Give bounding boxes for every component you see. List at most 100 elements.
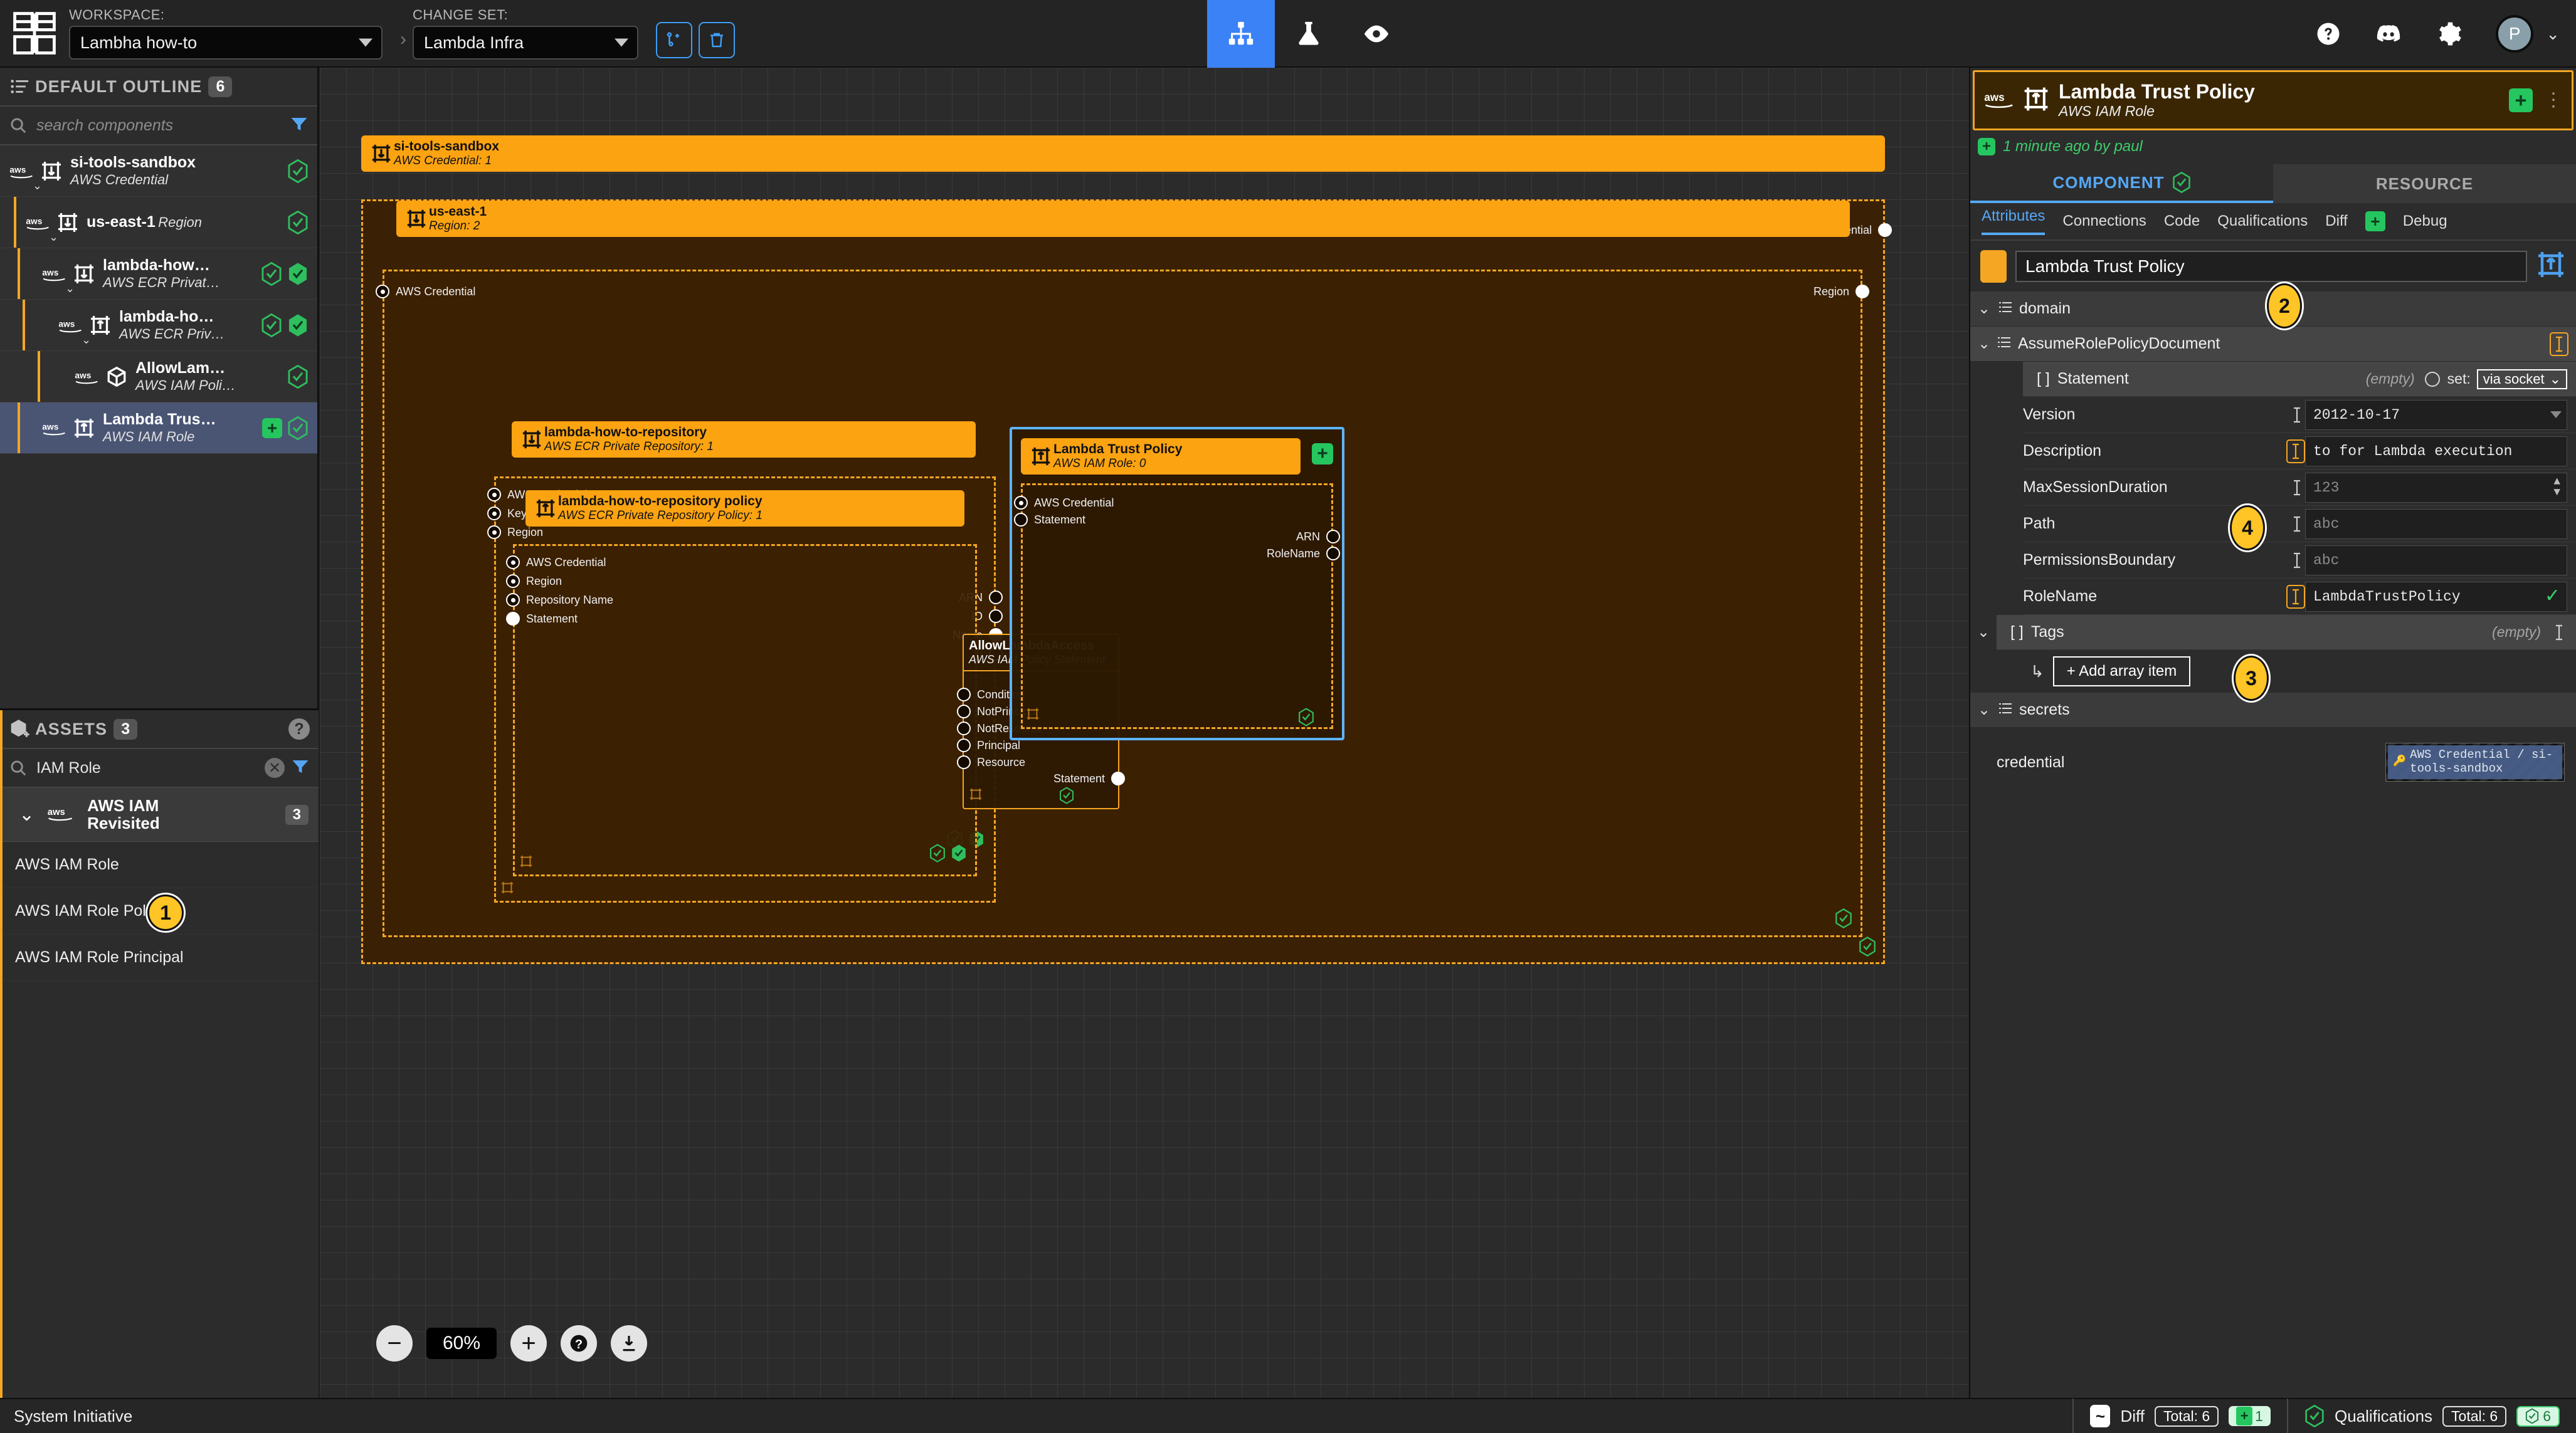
attribute-value[interactable]: 123 ▲ ▼ <box>2305 472 2567 503</box>
frame-up-icon[interactable] <box>2536 249 2566 283</box>
socket-statement-out[interactable]: Statement <box>1053 772 1125 785</box>
socket-trust-statement[interactable]: Statement <box>1014 513 1085 527</box>
expander-chevron-icon[interactable]: ⌄ <box>49 231 58 244</box>
zoom-level-value[interactable]: 60% <box>426 1328 497 1359</box>
discord-icon[interactable] <box>2375 21 2402 47</box>
tab-model[interactable] <box>1207 0 1275 68</box>
attribute-value[interactable]: LambdaTrustPolicy ✓ <box>2305 581 2567 612</box>
asset-item-aws-iam-role[interactable]: AWS IAM Role <box>0 710 319 1398</box>
socket-trust-arn[interactable]: ARN <box>1296 530 1340 543</box>
socket-aws-credential-in[interactable]: AWS Credential <box>376 285 475 298</box>
filter-icon[interactable] <box>290 115 309 137</box>
set-source-select[interactable]: via socket ⌄ <box>2476 369 2567 389</box>
frame-lambda-how-to-repository-policy[interactable]: lambda-how-to-repository policy AWS ECR … <box>506 490 977 876</box>
tab-qualifications[interactable]: Qualifications <box>2217 213 2308 230</box>
workspace-select[interactable]: Lambha how-to <box>69 26 383 60</box>
socket-policy-repository-name[interactable]: Repository Name <box>506 593 613 607</box>
expander-chevron-icon[interactable]: ⌄ <box>82 333 91 347</box>
text-cursor-icon[interactable] <box>2289 550 2305 571</box>
canvas-help-button[interactable]: ? <box>561 1325 598 1362</box>
chevron-down-icon[interactable]: ⌄ <box>1970 300 1998 318</box>
socket-principal[interactable]: Principal <box>957 738 1020 752</box>
attribute-row-rolename[interactable]: RoleName LambdaTrustPolicy ✓ <box>2023 579 2576 615</box>
component-name-field[interactable] <box>2015 250 2527 282</box>
socket-policy-aws-credential[interactable]: AWS Credential <box>506 555 606 569</box>
tab-connections[interactable]: Connections <box>2062 213 2146 230</box>
resize-handle-icon[interactable] <box>969 787 983 804</box>
tab-lab[interactable] <box>1275 0 1343 68</box>
outline-row-lambda-how-to-repository-policy[interactable]: aws ⌄ lambda-ho… AWS ECR Priv… <box>0 300 317 351</box>
expander-chevron-icon[interactable]: ⌄ <box>33 179 42 192</box>
outline-row-us-east-1[interactable]: aws ⌄ us-east-1 Region <box>0 197 317 248</box>
attribute-row-permissionsboundary[interactable]: PermissionsBoundary abc <box>2023 542 2576 579</box>
socket-trust-rolename[interactable]: RoleName <box>1267 547 1340 560</box>
frame-us-east-1-header[interactable]: us-east-1 Region: 2 <box>396 201 1850 237</box>
attribute-row-statement[interactable]: [ ] Statement (empty) set: via socket ⌄ <box>2023 362 2576 397</box>
add-array-item-button[interactable]: + Add array item <box>2052 656 2191 686</box>
tab-component[interactable]: COMPONENT <box>1970 164 2273 203</box>
search-assets-input[interactable] <box>36 758 265 777</box>
clear-search-icon[interactable]: ✕ <box>265 758 285 778</box>
zoom-out-button[interactable]: − <box>376 1325 413 1362</box>
socket-repo-region[interactable]: Region <box>487 525 543 539</box>
status-diff-segment[interactable]: ~ Diff Total: 6 + 1 <box>2072 1399 2286 1433</box>
socket-policy-statement[interactable]: Statement <box>506 612 578 626</box>
add-component-button[interactable]: + <box>2509 88 2533 112</box>
socket-trust-aws-credential[interactable]: AWS Credential <box>1014 496 1114 510</box>
attribute-row-maxsessionduration[interactable]: MaxSessionDuration 123 ▲ ▼ <box>2023 470 2576 506</box>
frame-repo-policy-header[interactable]: lambda-how-to-repository policy AWS ECR … <box>525 490 964 527</box>
text-cursor-icon[interactable] <box>2551 622 2567 643</box>
outline-row-lambda-trust-policy[interactable]: aws Lambda Trus… AWS IAM Role + <box>0 402 317 454</box>
system-initiative-logo[interactable] <box>0 10 69 56</box>
asset-item-aws-iam-role-principal[interactable]: AWS IAM Role Principal <box>0 710 319 1398</box>
outline-row-lambda-how-to-repository[interactable]: aws ⌄ lambda-how… AWS ECR Privat… <box>0 248 317 300</box>
component-color-swatch[interactable] <box>1980 249 2007 283</box>
node-lambda-trust-policy[interactable]: Lambda Trust Policy AWS IAM Role: 0 + AW… <box>1010 427 1344 740</box>
assets-help-icon[interactable]: ? <box>288 718 310 740</box>
tab-debug[interactable]: Debug <box>2403 213 2447 230</box>
outline-row-allowlambdaaccess[interactable]: aws AllowLam… AWS IAM Poli… <box>0 351 317 402</box>
frame-repository-header[interactable]: lambda-how-to-repository AWS ECR Private… <box>512 421 976 458</box>
avatar[interactable]: P <box>2496 15 2534 53</box>
stepper-icon[interactable]: ▲ ▼ <box>2553 476 2560 498</box>
changeset-select[interactable]: Lambda Infra <box>413 26 638 60</box>
search-components-input[interactable] <box>36 116 290 135</box>
frame-si-tools-sandbox-header[interactable]: si-tools-sandbox AWS Credential: 1 <box>361 135 1885 172</box>
help-icon[interactable] <box>2315 21 2341 47</box>
chevron-down-icon[interactable]: ⌄ <box>2546 24 2560 44</box>
download-button[interactable] <box>611 1325 648 1362</box>
secret-value-chip[interactable]: 🔑 AWS Credential / si-tools-sandbox <box>2385 743 2565 782</box>
attribute-row-description[interactable]: Description to for Lambda execution <box>2023 433 2576 470</box>
text-cursor-icon[interactable] <box>2550 332 2568 356</box>
node-lambda-trust-policy-header[interactable]: Lambda Trust Policy AWS IAM Role: 0 <box>1021 438 1301 475</box>
status-qualifications-segment[interactable]: Qualifications Total: 6 6 <box>2286 1399 2576 1433</box>
add-component-button[interactable]: + <box>1312 443 1333 465</box>
section-assumerolepolicydocument[interactable]: ⌄ AssumeRolePolicyDocument <box>1970 327 2576 362</box>
tab-code[interactable]: Code <box>2164 213 2200 230</box>
tab-attributes[interactable]: Attributes <box>1982 207 2045 235</box>
outline-row-si-tools-sandbox[interactable]: aws ⌄ si-tools-sandbox AWS Credential <box>0 145 317 197</box>
resize-handle-icon[interactable] <box>519 854 533 871</box>
gear-icon[interactable] <box>2436 21 2462 47</box>
attribute-value[interactable]: to for Lambda execution <box>2305 436 2567 466</box>
create-changeset-button[interactable] <box>656 22 692 58</box>
secret-row-credential[interactable]: credential 🔑 AWS Credential / si-tools-s… <box>1997 728 2576 797</box>
text-cursor-icon[interactable] <box>2289 404 2305 426</box>
attribute-row-version[interactable]: Version 2012-10-17 <box>2023 397 2576 433</box>
resize-handle-icon[interactable] <box>500 881 514 898</box>
socket-policy-region[interactable]: Region <box>506 574 562 588</box>
chevron-down-icon[interactable]: ⌄ <box>1970 335 1998 353</box>
chevron-down-icon[interactable]: ⌄ <box>1970 701 1998 719</box>
attribute-value[interactable]: 2012-10-17 <box>2305 399 2567 430</box>
attribute-row-tags[interactable]: ⌄ [ ] Tags (empty) <box>1977 615 2576 650</box>
text-cursor-icon[interactable] <box>2289 477 2305 498</box>
chevron-down-icon[interactable]: ⌄ <box>1970 623 1997 641</box>
text-cursor-icon[interactable] <box>2289 513 2305 535</box>
expander-chevron-icon[interactable]: ⌄ <box>65 282 75 295</box>
filter-icon[interactable] <box>291 757 310 779</box>
attribute-row-path[interactable]: Path abc <box>2023 506 2576 542</box>
chevron-down-icon[interactable]: ⌄ <box>19 804 34 826</box>
delete-changeset-button[interactable] <box>699 22 735 58</box>
attribute-value[interactable]: abc <box>2305 508 2567 539</box>
zoom-in-button[interactable]: + <box>510 1325 547 1362</box>
